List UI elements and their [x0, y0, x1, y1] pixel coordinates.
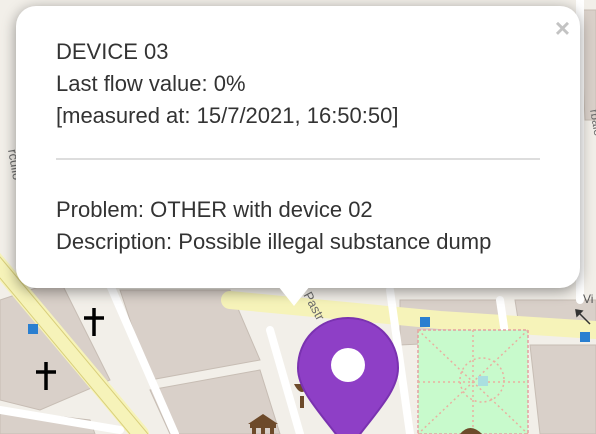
popup-divider	[56, 158, 540, 160]
marker-center-icon	[331, 348, 365, 382]
popup-tip	[278, 286, 310, 306]
popup-close-button[interactable]: ×	[555, 14, 570, 42]
device-name: DEVICE 03	[56, 39, 169, 64]
device-info-popup: × DEVICE 03 Last flow value: 0% [measure…	[16, 6, 580, 288]
street-label-vi: Vi	[583, 292, 594, 306]
problem-text: Problem: OTHER with device 02	[56, 197, 373, 222]
last-flow-value: Last flow value: 0%	[56, 71, 246, 96]
measured-at: [measured at: 15/7/2021, 16:50:50]	[56, 103, 399, 128]
description-text: Description: Possible illegal substance …	[56, 229, 492, 254]
